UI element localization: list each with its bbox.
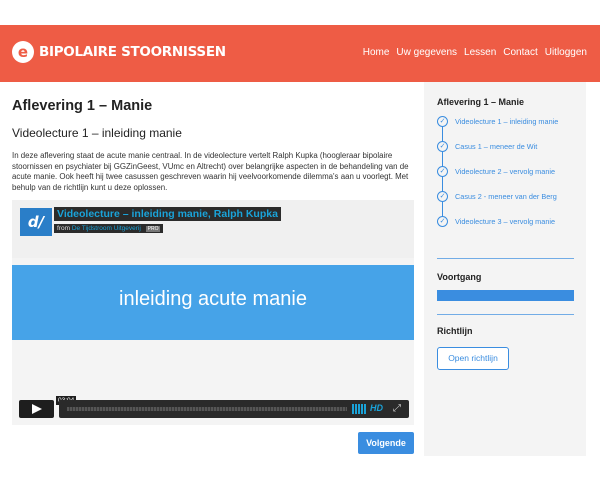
page-title: Aflevering 1 – Manie bbox=[12, 98, 153, 114]
video-controls: HD ⤢ bbox=[19, 400, 409, 418]
progress-title: Voortgang bbox=[437, 272, 482, 282]
main-nav: Home Uw gegevens Lessen Contact Uitlogge… bbox=[356, 47, 587, 58]
video-from-label: from bbox=[57, 225, 70, 232]
channel-logo-icon[interactable]: d/ bbox=[20, 208, 52, 236]
section-title: Videolecture 1 – inleiding manie bbox=[12, 126, 182, 140]
step-label: Videolecture 2 – vervolg manie bbox=[455, 167, 556, 176]
next-button[interactable]: Volgende bbox=[358, 432, 414, 454]
control-bar: HD ⤢ bbox=[59, 400, 409, 418]
top-strip bbox=[0, 0, 600, 25]
logo-mark-icon: e bbox=[12, 41, 34, 63]
nav-contact[interactable]: Contact bbox=[503, 47, 537, 58]
progress-fill bbox=[437, 290, 574, 301]
volume-icon[interactable] bbox=[352, 404, 366, 414]
nav-home[interactable]: Home bbox=[363, 47, 390, 58]
divider bbox=[437, 258, 574, 259]
progress-bar bbox=[437, 290, 574, 301]
lesson-sidebar: Aflevering 1 – Manie ✓ Videolecture 1 – … bbox=[424, 82, 586, 456]
step-label: Videolecture 3 – vervolg manie bbox=[455, 217, 556, 226]
check-circle-icon: ✓ bbox=[437, 116, 448, 127]
step-label: Videolecture 1 – inleiding manie bbox=[455, 117, 559, 126]
step-item[interactable]: ✓ Casus 1 – meneer de Wit bbox=[437, 141, 587, 155]
nav-uitloggen[interactable]: Uitloggen bbox=[545, 47, 587, 58]
hd-toggle[interactable]: HD bbox=[370, 403, 383, 413]
site-header: e BIPOLAIRE STOORNISSEN Home Uw gegevens… bbox=[0, 25, 600, 82]
check-circle-icon: ✓ bbox=[437, 216, 448, 227]
sidebar-title: Aflevering 1 – Manie bbox=[437, 97, 525, 107]
video-byline: from De Tijdstroom Uitgeverij PRO bbox=[54, 224, 164, 233]
step-label: Casus 2 - meneer van der Berg bbox=[455, 192, 557, 201]
guide-title: Richtlijn bbox=[437, 326, 473, 336]
nav-lessen[interactable]: Lessen bbox=[464, 47, 496, 58]
site-logo[interactable]: e BIPOLAIRE STOORNISSEN bbox=[12, 41, 226, 63]
play-button[interactable] bbox=[19, 400, 54, 418]
video-slide: inleiding acute manie bbox=[12, 265, 414, 340]
video-player[interactable]: d/ Videolecture – inleiding manie, Ralph… bbox=[12, 200, 414, 425]
play-icon bbox=[32, 404, 42, 414]
check-circle-icon: ✓ bbox=[437, 191, 448, 202]
video-channel-link[interactable]: De Tijdstroom Uitgeverij bbox=[72, 225, 141, 232]
seek-bar[interactable] bbox=[67, 407, 347, 411]
step-item[interactable]: ✓ Videolecture 3 – vervolg manie bbox=[437, 216, 587, 230]
step-item[interactable]: ✓ Videolecture 1 – inleiding manie bbox=[437, 116, 587, 130]
pro-badge: PRO bbox=[145, 226, 161, 232]
step-item[interactable]: ✓ Videolecture 2 – vervolg manie bbox=[437, 166, 587, 180]
slide-text: inleiding acute manie bbox=[119, 288, 307, 310]
check-circle-icon: ✓ bbox=[437, 141, 448, 152]
nav-uw-gegevens[interactable]: Uw gegevens bbox=[396, 47, 457, 58]
step-label: Casus 1 – meneer de Wit bbox=[455, 142, 538, 151]
fullscreen-icon[interactable]: ⤢ bbox=[393, 404, 403, 414]
divider bbox=[437, 314, 574, 315]
open-guide-button[interactable]: Open richtlijn bbox=[437, 347, 509, 370]
logo-text: BIPOLAIRE STOORNISSEN bbox=[39, 44, 226, 60]
video-title[interactable]: Videolecture – inleiding manie, Ralph Ku… bbox=[54, 207, 281, 221]
lesson-description: In deze aflevering staat de acute manie … bbox=[12, 151, 409, 192]
step-item[interactable]: ✓ Casus 2 - meneer van der Berg bbox=[437, 191, 587, 205]
check-circle-icon: ✓ bbox=[437, 166, 448, 177]
